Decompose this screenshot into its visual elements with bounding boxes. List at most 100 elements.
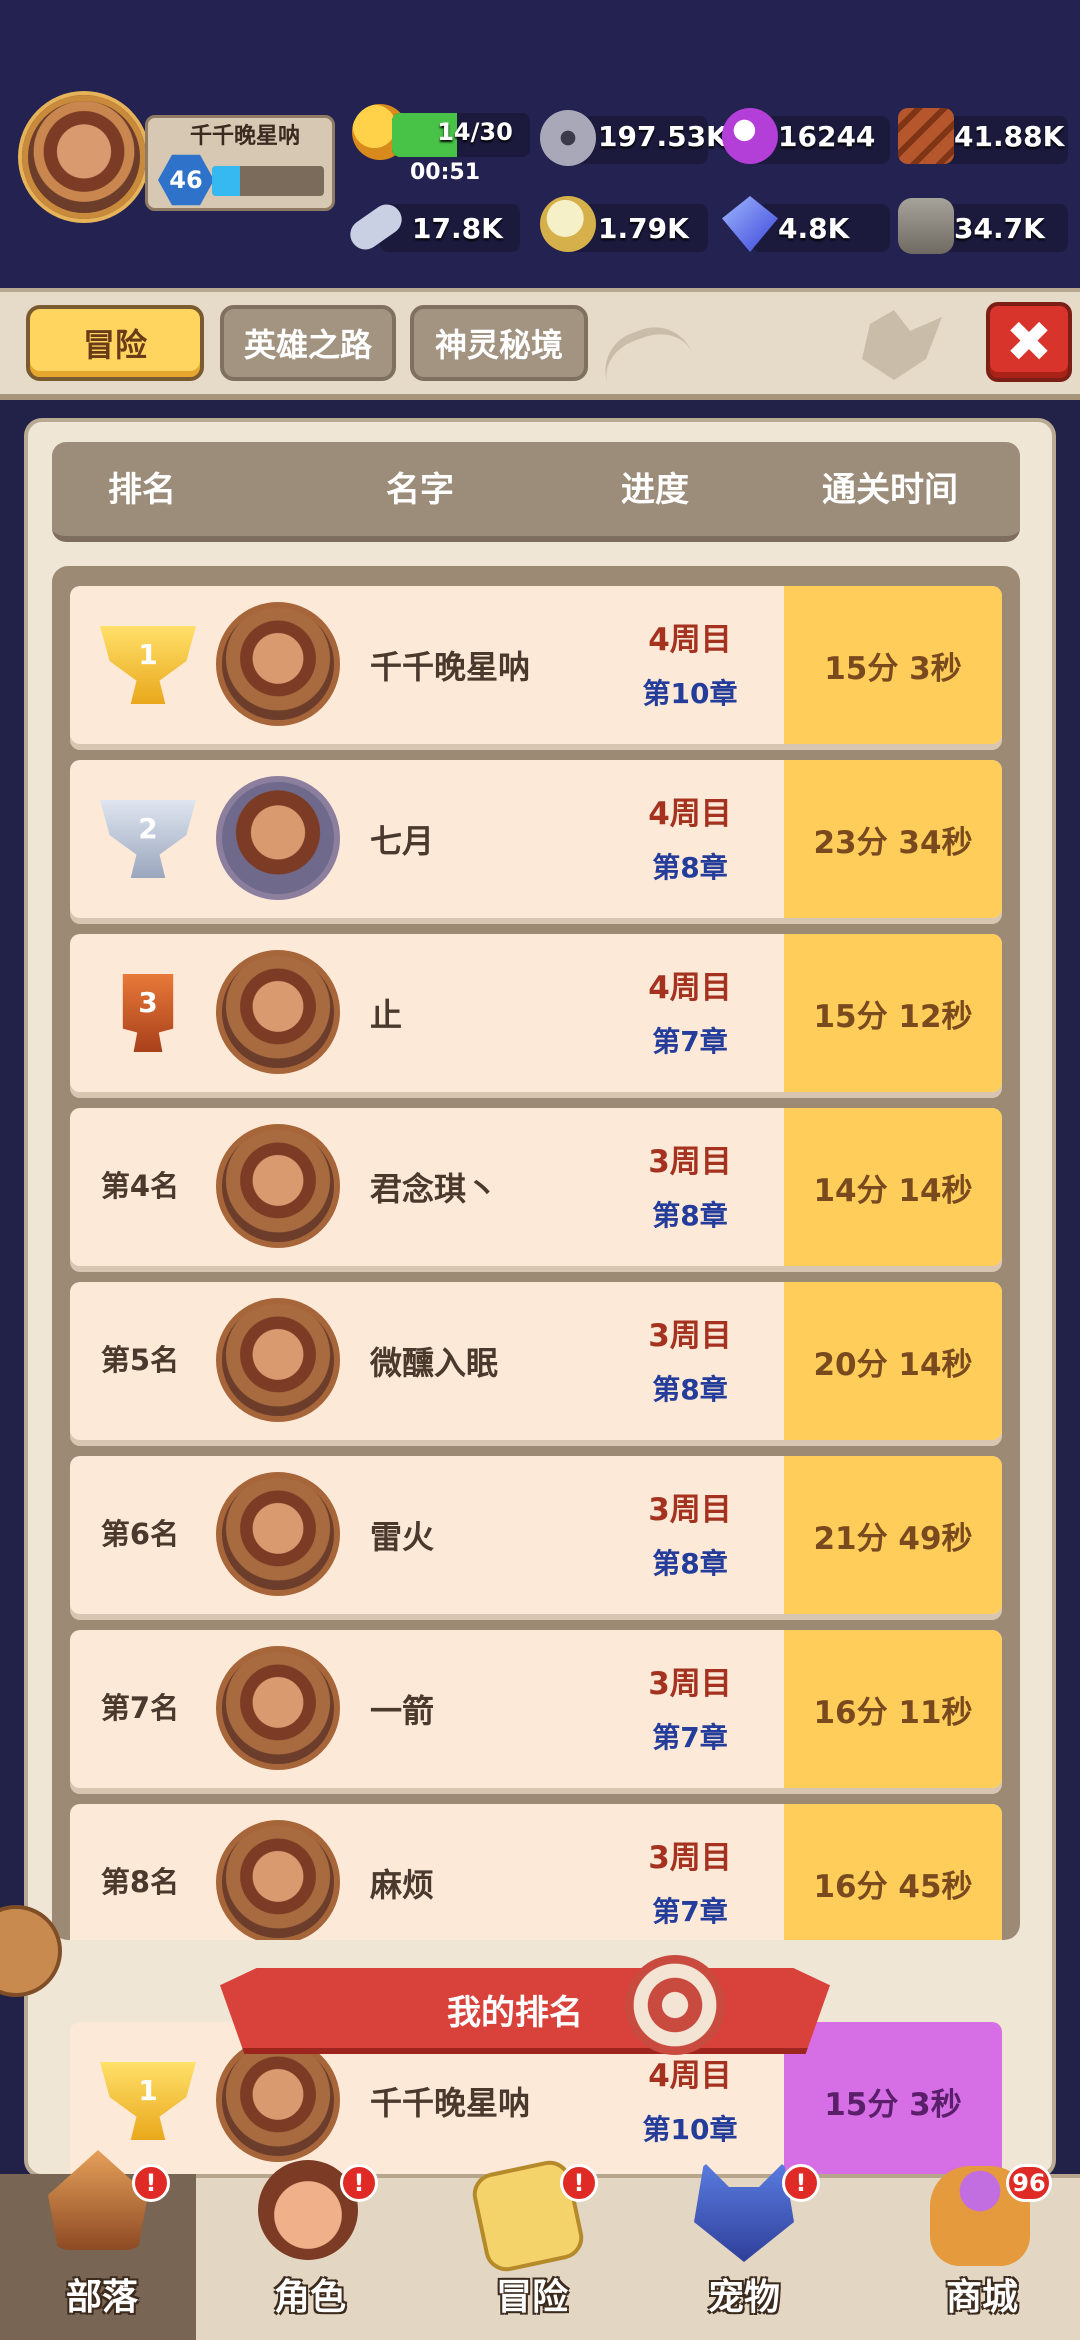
alert-badge: 96	[1006, 2164, 1052, 2202]
rank-label: 第6名	[100, 1517, 180, 1551]
tab-adventure[interactable]: 冒险	[26, 305, 204, 381]
progress-chapter: 第8章	[652, 1199, 728, 1232]
resource-wood-value: 41.88K	[954, 120, 1065, 153]
resource-bone-value: 17.8K	[412, 212, 503, 245]
player-name: 君念琪丶	[370, 1170, 499, 1208]
bronze-trophy-icon: 3	[122, 974, 174, 1052]
player-name: 微醺入眠	[370, 1344, 499, 1382]
leaderboard-row[interactable]: 第4名 君念琪丶 3周目 第8章 14分 14秒	[70, 1108, 1002, 1266]
leaderboard-list[interactable]: 1 千千晚星呐 4周目 第10章 15分 3秒 2 七月 4周目 第8章 23分…	[52, 566, 1020, 1940]
avatar	[216, 2038, 340, 2162]
nav-label: 冒险	[495, 2277, 568, 2318]
rank-label: 第5名	[100, 1343, 180, 1377]
progress-cycle: 4周目	[648, 622, 732, 658]
header-time: 通关时间	[822, 470, 958, 510]
progress-chapter: 第8章	[652, 851, 728, 884]
clear-time: 14分 14秒	[784, 1108, 1002, 1266]
resource-stone-value: 34.7K	[954, 212, 1045, 245]
avatar	[216, 1646, 340, 1770]
progress-cycle: 4周目	[648, 796, 732, 832]
resource-orb-value: 16244	[778, 120, 876, 153]
avatar	[216, 1124, 340, 1248]
gold-egg-icon	[540, 196, 596, 252]
nav-label: 商城	[945, 2277, 1018, 2318]
clear-time: 15分 12秒	[784, 934, 1002, 1092]
leaderboard-row[interactable]: 第8名 麻烦 3周目 第7章 16分 45秒	[70, 1804, 1002, 1940]
progress-chapter: 第8章	[652, 1373, 728, 1406]
progress-chapter: 第10章	[642, 2113, 738, 2146]
nav-label: 部落	[65, 2277, 138, 2318]
alert-badge: !	[560, 2164, 598, 2202]
avatar	[216, 776, 340, 900]
gold-trophy-icon: 1	[100, 626, 196, 704]
wood-logs-icon[interactable]	[898, 108, 954, 164]
bolt-nut-icon[interactable]	[540, 110, 596, 166]
rank-label: 第7名	[100, 1691, 180, 1725]
rank-label: 第4名	[100, 1169, 180, 1203]
close-icon: ✖	[1005, 309, 1053, 375]
header-progress: 进度	[621, 470, 689, 510]
nav-label: 宠物	[707, 2277, 780, 2318]
clear-time: 23分 34秒	[784, 760, 1002, 918]
player-name: 一箭	[370, 1692, 435, 1730]
gold-trophy-icon: 1	[100, 2062, 196, 2140]
alert-badge: !	[340, 2164, 378, 2202]
progress-chapter: 第7章	[652, 1895, 728, 1928]
energy-timer: 00:51	[410, 160, 481, 185]
player-xp-bar	[212, 166, 324, 196]
clear-time: 16分 45秒	[784, 1804, 1002, 1940]
progress-cycle: 3周目	[648, 1492, 732, 1528]
player-name: 千千晚星呐	[189, 124, 300, 149]
alert-badge: !	[132, 2164, 170, 2202]
leaderboard-row[interactable]: 第5名 微醺入眠 3周目 第8章 20分 14秒	[70, 1282, 1002, 1440]
player-name: 七月	[370, 822, 435, 860]
avatar	[216, 602, 340, 726]
clear-time: 21分 49秒	[784, 1456, 1002, 1614]
avatar	[216, 1820, 340, 1940]
rank-label: 第8名	[100, 1865, 180, 1899]
resource-gem-value: 4.8K	[778, 212, 850, 245]
clear-time: 15分 3秒	[784, 586, 1002, 744]
leaderboard-row[interactable]: 2 七月 4周目 第8章 23分 34秒	[70, 760, 1002, 918]
player-avatar[interactable]	[22, 95, 146, 219]
resource-egg-value: 1.79K	[598, 212, 689, 245]
clear-time: 16分 11秒	[784, 1630, 1002, 1788]
leaderboard-row[interactable]: 第6名 雷火 3周目 第8章 21分 49秒	[70, 1456, 1002, 1614]
player-name: 止	[370, 996, 403, 1034]
energy-count: 14/30	[437, 118, 513, 146]
progress-cycle: 4周目	[648, 2058, 732, 2094]
player-xp-fill	[212, 166, 240, 196]
progress-chapter: 第10章	[642, 677, 738, 710]
progress-chapter: 第8章	[652, 1547, 728, 1580]
target-arrow-icon	[625, 1955, 725, 2055]
progress-cycle: 3周目	[648, 1666, 732, 1702]
leaderboard-row[interactable]: 3 止 4周目 第7章 15分 12秒	[70, 934, 1002, 1092]
progress-cycle: 3周目	[648, 1318, 732, 1354]
progress-cycle: 3周目	[648, 1840, 732, 1876]
close-button[interactable]: ✖	[986, 302, 1072, 382]
clear-time: 20分 14秒	[784, 1282, 1002, 1440]
silver-trophy-icon: 2	[100, 800, 196, 878]
leaderboard-row[interactable]: 第7名 一箭 3周目 第7章 16分 11秒	[70, 1630, 1002, 1788]
player-name: 麻烦	[370, 1866, 435, 1904]
progress-cycle: 4周目	[648, 970, 732, 1006]
leaderboard-row[interactable]: 1 千千晚星呐 4周目 第10章 15分 3秒	[70, 586, 1002, 744]
progress-chapter: 第7章	[652, 1025, 728, 1058]
progress-chapter: 第7章	[652, 1721, 728, 1754]
header-rank: 排名	[108, 470, 176, 510]
header-name: 名字	[386, 470, 454, 510]
clear-time: 15分 3秒	[784, 2022, 1002, 2180]
resource-bolt-value: 197.53K	[598, 120, 728, 153]
purple-orb-icon[interactable]	[722, 108, 778, 164]
avatar	[216, 1472, 340, 1596]
player-name: 千千晚星呐	[370, 2084, 531, 2122]
avatar	[216, 950, 340, 1074]
progress-cycle: 3周目	[648, 1144, 732, 1180]
stone-icon	[898, 198, 954, 254]
tab-divine-realm[interactable]: 神灵秘境	[410, 305, 588, 381]
avatar	[216, 1298, 340, 1422]
nav-label: 角色	[273, 2277, 346, 2318]
tab-hero-road[interactable]: 英雄之路	[220, 305, 396, 381]
alert-badge: !	[782, 2164, 820, 2202]
player-name: 千千晚星呐	[370, 648, 531, 686]
